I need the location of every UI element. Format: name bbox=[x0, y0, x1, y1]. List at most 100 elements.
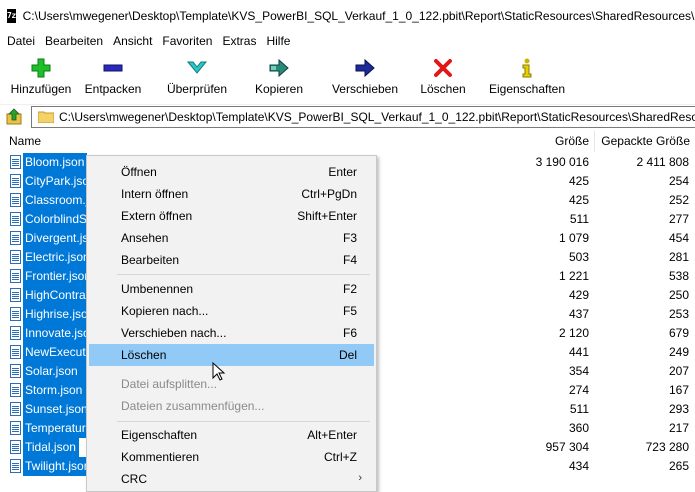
file-icon bbox=[10, 269, 21, 283]
file-packed-size: 538 bbox=[668, 269, 689, 283]
menu-file[interactable]: Datei bbox=[2, 32, 40, 50]
menu-item-properties[interactable]: Eigenschaften Alt+Enter bbox=[89, 424, 374, 446]
add-button-label: Hinzufügen bbox=[10, 82, 72, 96]
menu-item-label: Löschen bbox=[121, 348, 167, 362]
file-size: 437 bbox=[568, 307, 589, 321]
extract-button-label: Entpacken bbox=[84, 82, 142, 96]
file-size: 360 bbox=[568, 421, 589, 435]
menu-item-label: Kommentieren bbox=[121, 450, 200, 464]
menu-item-shortcut: F2 bbox=[342, 282, 357, 296]
minus-icon bbox=[103, 64, 123, 72]
menu-item-view[interactable]: Ansehen F3 bbox=[89, 227, 374, 249]
file-packed-size: 454 bbox=[668, 231, 689, 245]
file-packed-size: 250 bbox=[668, 288, 689, 302]
menu-item-edit[interactable]: Bearbeiten F4 bbox=[89, 249, 374, 271]
file-size: 1 221 bbox=[558, 269, 589, 283]
address-bar: C:\Users\mwegener\Desktop\Template\KVS_P… bbox=[0, 104, 695, 128]
menu-item-copy-to[interactable]: Kopieren nach... F5 bbox=[89, 300, 374, 322]
file-packed-size: 252 bbox=[668, 193, 689, 207]
test-button[interactable]: Überprüfen bbox=[162, 52, 232, 98]
submenu-arrow-icon: › bbox=[358, 472, 362, 484]
file-icon bbox=[10, 288, 21, 302]
file-packed-size: 277 bbox=[668, 212, 689, 226]
add-button[interactable]: Hinzufügen bbox=[9, 52, 73, 98]
context-menu: Öffnen Enter Intern öffnen Ctrl+PgDn Exter… bbox=[86, 155, 377, 492]
file-packed-size: 679 bbox=[668, 326, 689, 340]
file-icon bbox=[10, 193, 21, 207]
menu-item-shortcut: F3 bbox=[342, 231, 357, 245]
list-header: Name Größe Gepackte Größe bbox=[0, 131, 695, 152]
menu-tools[interactable]: Extras bbox=[217, 32, 261, 50]
file-size: 511 bbox=[569, 402, 589, 416]
info-button[interactable]: Eigenschaften bbox=[489, 52, 565, 98]
address-field[interactable]: C:\Users\mwegener\Desktop\Template\KVS_P… bbox=[31, 106, 695, 128]
menu-item-open-outside[interactable]: Extern öffnen Shift+Enter bbox=[89, 205, 374, 227]
column-header-name[interactable]: Name bbox=[9, 134, 41, 148]
folder-up-icon[interactable] bbox=[4, 107, 24, 127]
file-packed-size: 254 bbox=[668, 174, 689, 188]
file-icon bbox=[10, 155, 21, 169]
app-7zip-icon[interactable]: 7z bbox=[7, 8, 16, 23]
file-name: CityPark.json bbox=[23, 172, 86, 191]
file-name: Innovate.json bbox=[23, 324, 86, 343]
menu-item-delete[interactable]: Löschen Del bbox=[89, 344, 374, 366]
file-name: Temperature bbox=[23, 419, 86, 438]
menu-item-shortcut: Shift+Enter bbox=[297, 209, 357, 223]
file-packed-size: 265 bbox=[668, 459, 689, 473]
copy-button-label: Kopieren bbox=[254, 82, 304, 96]
menu-edit[interactable]: Bearbeiten bbox=[40, 32, 108, 50]
menu-item-crc[interactable]: CRC › bbox=[89, 468, 374, 490]
extract-button[interactable]: Entpacken bbox=[79, 52, 147, 98]
file-size: 425 bbox=[568, 193, 589, 207]
menu-item-comment[interactable]: Kommentieren Ctrl+Z bbox=[89, 446, 374, 468]
plus-icon bbox=[31, 58, 51, 78]
menu-item-label: Öffnen bbox=[121, 165, 157, 179]
column-divider[interactable] bbox=[594, 131, 595, 152]
file-name: Sunset.json bbox=[23, 400, 86, 419]
menu-item-rename[interactable]: Umbenennen F2 bbox=[89, 278, 374, 300]
file-packed-size: 281 bbox=[668, 250, 689, 264]
file-icon bbox=[10, 459, 21, 473]
move-button[interactable]: Verschieben bbox=[326, 52, 404, 98]
copy-arrow-icon bbox=[269, 58, 289, 78]
file-name: Tidal.json bbox=[23, 438, 79, 457]
menu-item-open[interactable]: Öffnen Enter bbox=[89, 161, 374, 183]
file-packed-size: 293 bbox=[668, 402, 689, 416]
file-size: 354 bbox=[568, 364, 589, 378]
menu-item-split: Datei aufsplitten... bbox=[89, 373, 374, 395]
file-icon bbox=[10, 345, 21, 359]
file-name: NewExecutive bbox=[23, 343, 86, 362]
file-name: Storm.json bbox=[23, 381, 86, 400]
menu-item-shortcut: Enter bbox=[328, 165, 357, 179]
file-name: Electric.json bbox=[23, 248, 86, 267]
file-size: 441 bbox=[568, 345, 589, 359]
menu-separator bbox=[117, 421, 370, 422]
move-button-label: Verschieben bbox=[331, 82, 399, 96]
menu-item-label: Eigenschaften bbox=[121, 428, 198, 442]
file-packed-size: 723 280 bbox=[645, 440, 689, 454]
menu-item-label: CRC bbox=[121, 472, 147, 486]
menu-help[interactable]: Hilfe bbox=[261, 32, 295, 50]
file-size: 1 079 bbox=[558, 231, 589, 245]
menu-item-open-inside[interactable]: Intern öffnen Ctrl+PgDn bbox=[89, 183, 374, 205]
copy-button[interactable]: Kopieren bbox=[249, 52, 309, 98]
file-icon bbox=[10, 402, 21, 416]
menu-item-shortcut: Ctrl+PgDn bbox=[301, 187, 357, 201]
delete-button[interactable]: Löschen bbox=[414, 52, 472, 98]
menu-item-label: Dateien zusammenfügen... bbox=[121, 399, 265, 413]
menu-item-label: Bearbeiten bbox=[121, 253, 180, 267]
file-name: Twilight.json bbox=[23, 457, 86, 476]
menu-item-label: Extern öffnen bbox=[121, 209, 193, 223]
menu-favorites[interactable]: Favoriten bbox=[157, 32, 217, 50]
folder-icon bbox=[37, 111, 55, 124]
file-packed-size: 167 bbox=[668, 383, 689, 397]
menu-view[interactable]: Ansicht bbox=[108, 32, 157, 50]
file-size: 957 304 bbox=[545, 440, 589, 454]
file-size: 429 bbox=[568, 288, 589, 302]
mouse-cursor-icon bbox=[212, 362, 226, 381]
file-icon bbox=[10, 212, 21, 226]
file-icon bbox=[10, 383, 21, 397]
column-header-packed-size[interactable]: Gepackte Größe bbox=[600, 134, 690, 148]
menu-item-move-to[interactable]: Verschieben nach... F6 bbox=[89, 322, 374, 344]
column-header-size[interactable]: Größe bbox=[548, 134, 589, 148]
